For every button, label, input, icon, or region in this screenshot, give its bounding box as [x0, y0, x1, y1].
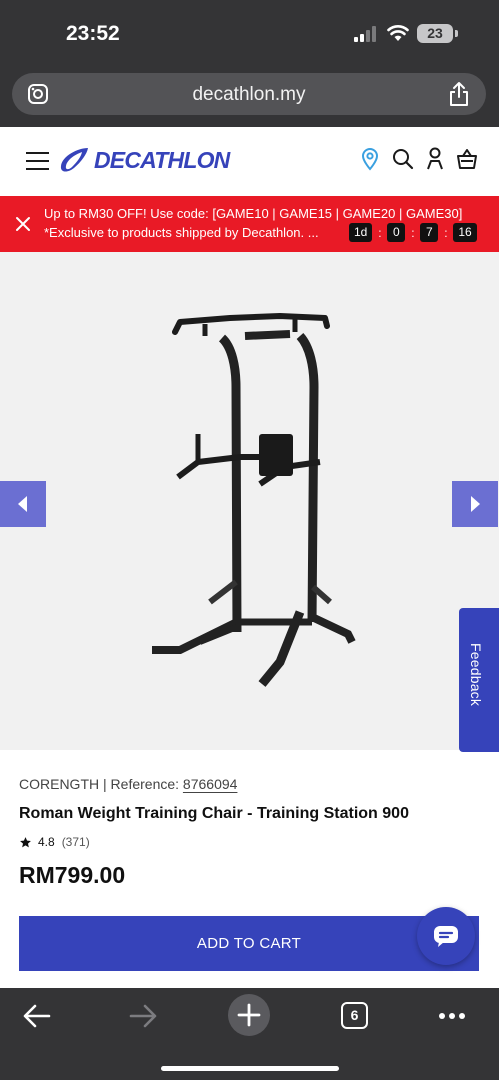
countdown-minutes: 7	[420, 223, 439, 242]
rating-value: 4.8	[38, 835, 55, 849]
tab-switcher-button[interactable]: 6	[341, 1002, 368, 1029]
battery-indicator: 23	[417, 24, 453, 43]
share-icon[interactable]	[448, 81, 470, 107]
forward-icon[interactable]	[128, 1003, 158, 1029]
product-image	[152, 313, 356, 687]
add-to-cart-button[interactable]: ADD TO CART	[19, 916, 479, 971]
rating-count: (371)	[61, 835, 90, 849]
product-price: RM799.00	[19, 862, 126, 888]
account-icon[interactable]	[425, 147, 445, 171]
battery-cap	[455, 30, 458, 37]
feedback-label: Feedback	[468, 643, 484, 707]
product-rating[interactable]: 4.8 (371)	[19, 835, 90, 849]
search-icon[interactable]	[392, 147, 414, 171]
countdown-timer: 1d : 0 : 7 : 16	[349, 223, 477, 242]
home-indicator	[161, 1066, 339, 1071]
status-time: 23:52	[66, 22, 120, 45]
countdown-days: 1d	[349, 223, 373, 242]
url-text[interactable]: decathlon.my	[12, 84, 486, 106]
feedback-tab[interactable]: Feedback	[459, 608, 499, 752]
new-tab-button[interactable]	[228, 994, 270, 1036]
browser-address-area: decathlon.my	[0, 66, 499, 127]
promo-banner: Up to RM30 OFF! Use code: [GAME10 | GAME…	[0, 196, 499, 252]
more-icon[interactable]	[438, 1012, 466, 1020]
star-icon	[20, 836, 31, 847]
decathlon-logo-mark	[60, 148, 88, 172]
location-icon[interactable]	[360, 147, 380, 171]
promo-text: Up to RM30 OFF! Use code: [GAME10 | GAME…	[44, 206, 463, 221]
address-bar[interactable]: decathlon.my	[12, 73, 486, 115]
promo-disclaimer: *Exclusive to products shipped by Decath…	[44, 225, 319, 240]
product-image-gallery[interactable]	[0, 252, 499, 750]
reference-number[interactable]: 8766094	[183, 776, 238, 792]
product-title: Roman Weight Training Chair - Training S…	[19, 805, 409, 822]
wifi-icon	[387, 25, 409, 41]
menu-icon[interactable]	[26, 152, 49, 170]
basket-icon[interactable]	[456, 147, 478, 171]
chat-icon	[434, 926, 458, 947]
chevron-right-icon	[471, 496, 480, 512]
logo-text: DECATHLON	[94, 146, 230, 173]
cellular-signal-icon	[354, 26, 380, 42]
product-meta: CORENGTH | Reference: 8766094	[19, 776, 238, 792]
status-bar: 23:52 23	[0, 0, 499, 66]
close-icon[interactable]	[14, 215, 32, 233]
countdown-seconds: 16	[453, 223, 477, 242]
chat-button[interactable]	[417, 907, 475, 965]
decathlon-logo[interactable]: DECATHLON	[58, 146, 230, 174]
next-image-button[interactable]	[452, 481, 498, 527]
countdown-hours: 0	[387, 223, 406, 242]
previous-image-button[interactable]	[0, 481, 46, 527]
new-tab-icon	[237, 1003, 261, 1027]
product-brand: CORENGTH	[19, 776, 100, 792]
back-icon[interactable]	[22, 1003, 52, 1029]
site-header: DECATHLON	[0, 127, 499, 196]
reference-label: Reference:	[110, 776, 180, 792]
chevron-left-icon	[18, 496, 27, 512]
